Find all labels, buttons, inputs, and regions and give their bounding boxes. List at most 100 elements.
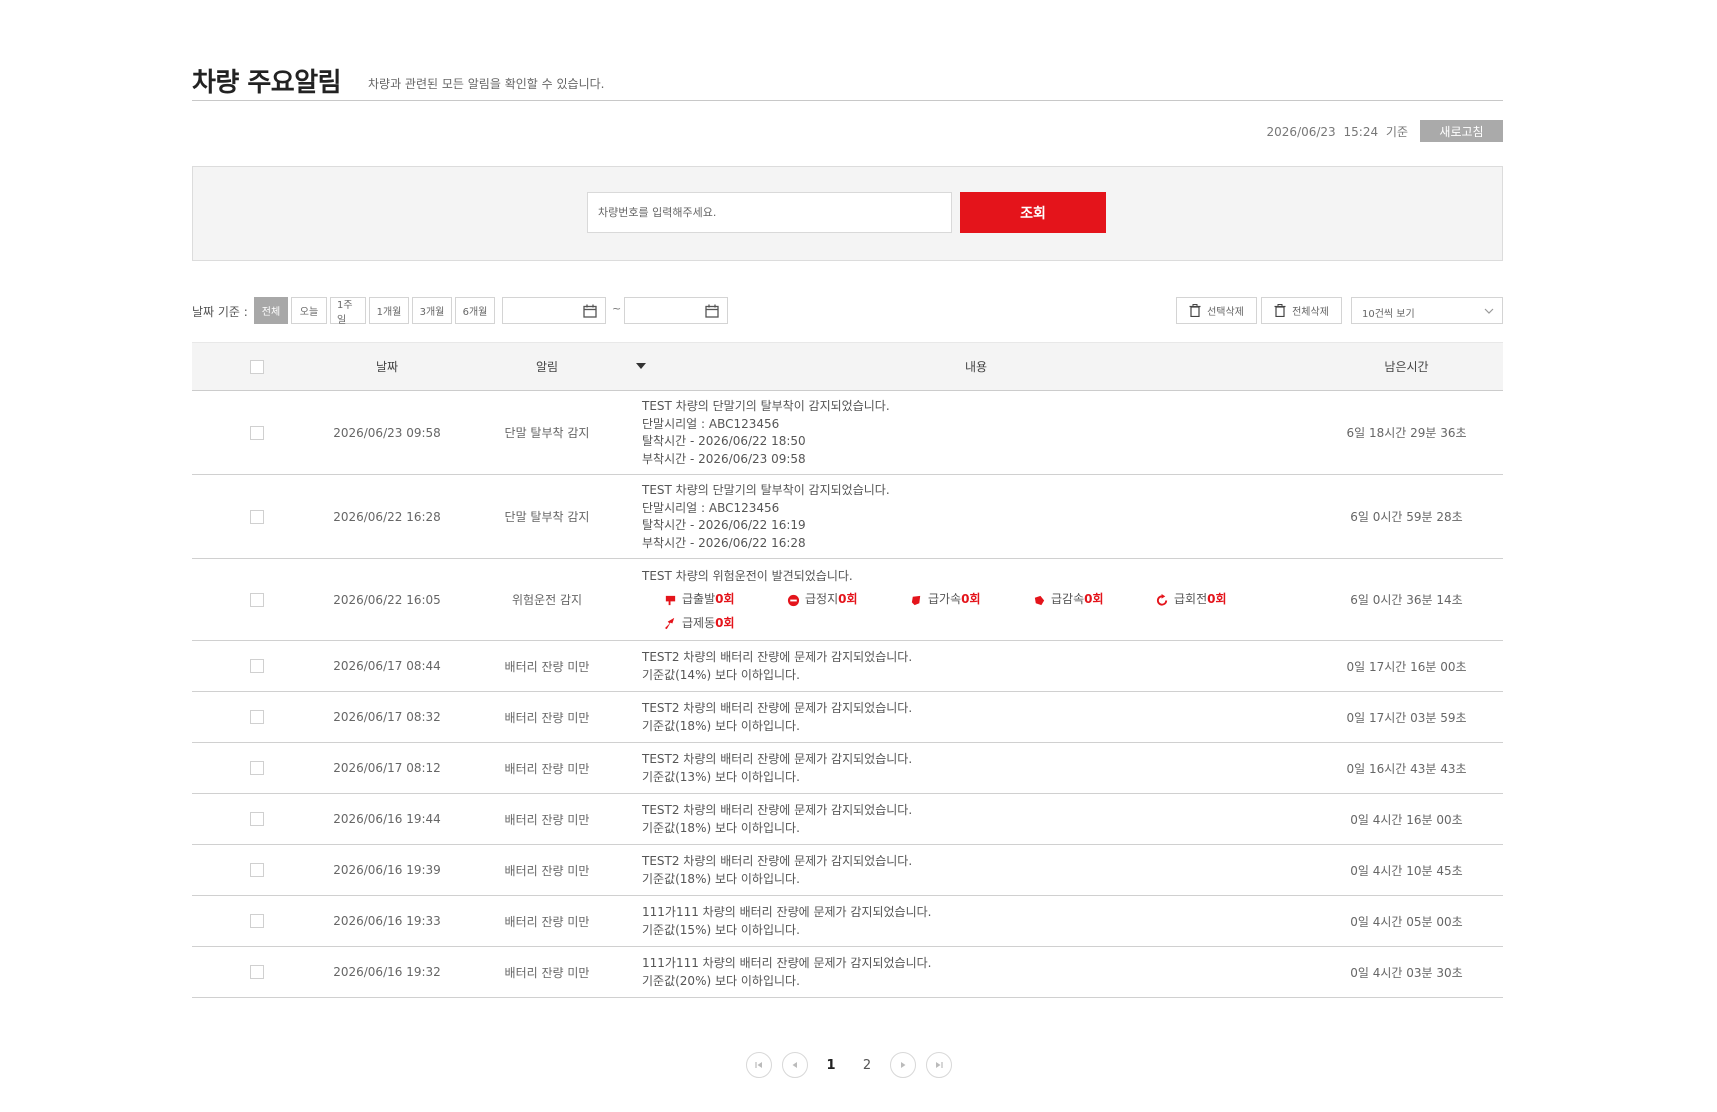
page-number[interactable]: 2: [854, 1058, 880, 1073]
row-alert-type: 배터리 잔량 미만: [504, 965, 590, 980]
risk-count: 0회: [715, 592, 735, 607]
row-checkbox[interactable]: [250, 659, 264, 674]
delete-all-button[interactable]: 전체삭제: [1261, 297, 1342, 324]
next-page-button[interactable]: [890, 1052, 916, 1078]
period-button[interactable]: 6개월: [455, 297, 495, 324]
row-date: 2026/06/16 19:33: [333, 914, 441, 928]
table-row[interactable]: 2026/06/22 16:28 단말 탈부착 감지 TEST 차량의 단말기의 탈…: [192, 475, 1503, 559]
sudden-decel-icon: [1034, 595, 1045, 605]
select-all-checkbox[interactable]: [250, 359, 264, 374]
content-line: 단말시리얼 : ABC123456: [642, 416, 780, 431]
search-button[interactable]: 조회: [960, 192, 1106, 233]
content-line: 기준값(14%) 보다 이하입니다.: [642, 667, 800, 682]
table-row[interactable]: 2026/06/22 16:05 위험운전 감지 TEST 차량의 위험운전이 발견…: [192, 559, 1503, 641]
row-date: 2026/06/16 19:44: [333, 812, 441, 826]
prev-page-icon: [792, 1062, 797, 1068]
period-button[interactable]: 1개월: [369, 297, 409, 324]
content-line: 111가111 차량의 배터리 잔량에 문제가 감지되었습니다.: [642, 905, 932, 919]
last-page-button[interactable]: [926, 1052, 952, 1078]
page-size-value: 10건씩 보기: [1362, 309, 1415, 320]
row-checkbox[interactable]: [250, 592, 264, 607]
table-row[interactable]: 2026/06/17 08:44 배터리 잔량 미만 TEST2 차량의 배터리 잔…: [192, 641, 1503, 692]
content-line: 단말시리얼 : ABC123456: [642, 500, 780, 515]
risk-summary: 급출발0회 급정지0회 급가속0회 급감속0회 급회전0회 급제동0회: [664, 591, 1310, 632]
first-page-button[interactable]: [746, 1052, 772, 1078]
row-checkbox[interactable]: [250, 425, 264, 440]
end-date-input[interactable]: [624, 297, 728, 324]
risk-label: 급감속: [1051, 592, 1085, 607]
row-date: 2026/06/22 16:05: [333, 592, 441, 607]
table-row[interactable]: 2026/06/16 19:33 배터리 잔량 미만 111가111 차량의 배터리…: [192, 896, 1503, 947]
row-checkbox[interactable]: [250, 863, 264, 878]
table-row[interactable]: 2026/06/17 08:32 배터리 잔량 미만 TEST2 차량의 배터리 잔…: [192, 692, 1503, 743]
risk-item: 급정지0회: [787, 591, 910, 609]
vehicle-number-input[interactable]: [587, 192, 952, 233]
row-alert-type: 배터리 잔량 미만: [504, 914, 590, 929]
prev-page-button[interactable]: [782, 1052, 808, 1078]
date-range-separator: ~: [612, 302, 622, 315]
content-line: 기준값(13%) 보다 이하입니다.: [642, 769, 800, 784]
refresh-button[interactable]: 새로고침: [1420, 120, 1503, 142]
row-select-cell: [192, 475, 322, 559]
table-row[interactable]: 2026/06/16 19:32 배터리 잔량 미만 111가111 차량의 배터리…: [192, 947, 1503, 998]
page-number-current[interactable]: 1: [818, 1058, 844, 1073]
row-alert-type: 배터리 잔량 미만: [504, 710, 590, 725]
row-select-cell: [192, 845, 322, 896]
risk-item: 급가속0회: [910, 591, 1033, 609]
refresh-bar: 2026/06/23 15:24 기준 새로고침: [1267, 120, 1503, 142]
row-checkbox[interactable]: [250, 509, 264, 524]
sudden-start-icon: [665, 595, 676, 605]
row-remaining-time: 0일 17시간 03분 59초: [1346, 710, 1467, 725]
table-row[interactable]: 2026/06/17 08:12 배터리 잔량 미만 TEST2 차량의 배터리 잔…: [192, 743, 1503, 794]
table-row[interactable]: 2026/06/16 19:44 배터리 잔량 미만 TEST2 차량의 배터리 잔…: [192, 794, 1503, 845]
risk-label: 급제동: [682, 615, 716, 630]
period-button[interactable]: 3개월: [412, 297, 452, 324]
trash-icon: [1189, 304, 1201, 317]
page-size-select[interactable]: 10건씩 보기: [1351, 297, 1503, 324]
sudden-accel-icon: [911, 595, 921, 605]
content-line: 부착시간 - 2026/06/22 16:28: [642, 535, 806, 550]
sort-down-icon[interactable]: [636, 363, 646, 369]
row-alert-type: 위험운전 감지: [511, 593, 583, 607]
row-content: TEST2 차량의 배터리 잔량에 문제가 감지되었습니다. 기준값(13%) 보…: [642, 743, 1310, 794]
row-content: 111가111 차량의 배터리 잔량에 문제가 감지되었습니다. 기준값(15%)…: [642, 896, 1310, 947]
row-select-cell: [192, 692, 322, 743]
content-line: 탈착시간 - 2026/06/22 18:50: [642, 434, 806, 448]
sudden-turn-icon: [1156, 593, 1168, 606]
calendar-icon[interactable]: [705, 304, 719, 318]
period-button[interactable]: 1주일: [330, 297, 366, 326]
content-line: 111가111 차량의 배터리 잔량에 문제가 감지되었습니다.: [642, 956, 932, 970]
row-checkbox[interactable]: [250, 914, 264, 929]
row-checkbox[interactable]: [250, 812, 264, 827]
period-button[interactable]: 전체: [254, 297, 288, 324]
last-page-icon: [936, 1062, 943, 1068]
page-title: 차량 주요알림: [192, 68, 342, 98]
risk-item: 급감속0회: [1033, 591, 1156, 609]
risk-count: 0회: [961, 592, 981, 607]
row-alert-type: 배터리 잔량 미만: [504, 659, 590, 674]
row-content: TEST2 차량의 배터리 잔량에 문제가 감지되었습니다. 기준값(18%) 보…: [642, 845, 1310, 896]
row-checkbox[interactable]: [250, 710, 264, 725]
content-line: 기준값(18%) 보다 이하입니다.: [642, 871, 800, 886]
row-remaining-time: 6일 18시간 29분 36초: [1346, 426, 1467, 440]
start-date-input[interactable]: [502, 297, 606, 324]
row-alert-type: 배터리 잔량 미만: [504, 812, 590, 827]
row-select-cell: [192, 794, 322, 845]
row-content: TEST2 차량의 배터리 잔량에 문제가 감지되었습니다. 기준값(14%) 보…: [642, 641, 1310, 692]
delete-selected-button[interactable]: 선택삭제: [1176, 297, 1257, 324]
row-checkbox[interactable]: [250, 965, 264, 980]
content-line: 기준값(15%) 보다 이하입니다.: [642, 922, 800, 937]
calendar-icon[interactable]: [583, 304, 597, 318]
table-row[interactable]: 2026/06/16 19:39 배터리 잔량 미만 TEST2 차량의 배터리 잔…: [192, 845, 1503, 896]
period-button[interactable]: 오늘: [291, 297, 327, 324]
period-buttons: 전체 오늘 1주일 1개월 3개월 6개월: [254, 297, 495, 326]
trash-icon: [1274, 304, 1286, 317]
content-line: TEST 차량의 단말기의 탈부착이 감지되었습니다.: [642, 483, 890, 497]
row-checkbox[interactable]: [250, 761, 264, 776]
table-row[interactable]: 2026/06/23 09:58 단말 탈부착 감지 TEST 차량의 단말기의 탈…: [192, 391, 1503, 475]
row-date: 2026/06/17 08:44: [333, 659, 441, 673]
row-select-cell: [192, 391, 322, 475]
header-content: 내용: [964, 360, 988, 374]
risk-item: 급회전0회: [1156, 591, 1279, 609]
pagination: 1 2: [746, 1052, 962, 1078]
